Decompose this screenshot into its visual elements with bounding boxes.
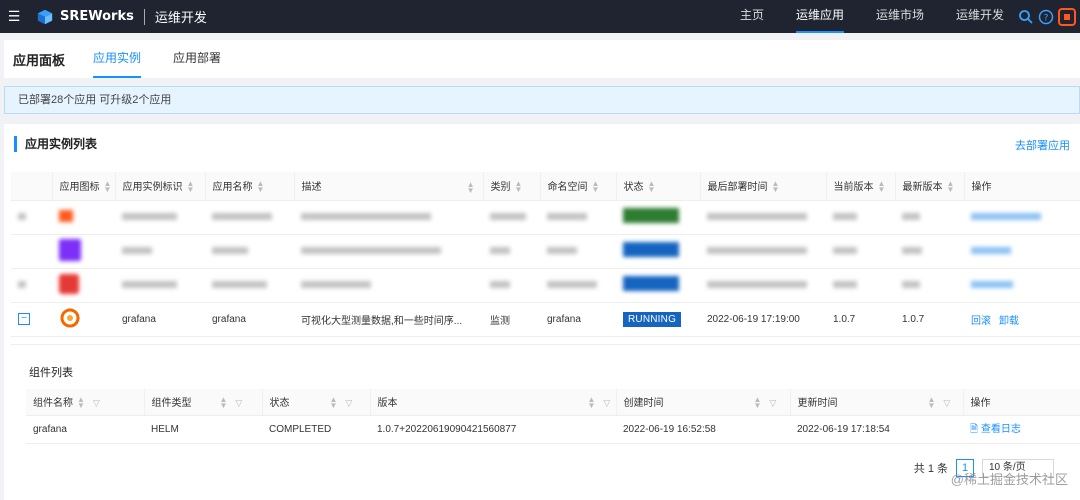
col-current-version[interactable]: 当前版本 ▲ ▼: [826, 172, 896, 201]
comp-col-name[interactable]: 组件名称 ▲ ▼ ▽: [26, 389, 145, 416]
app-name: grafana: [205, 302, 294, 337]
col-namespace[interactable]: 命名空间 ▲ ▼: [540, 172, 617, 201]
current-version: 1.0.7: [826, 302, 895, 337]
instance-id: grafana: [115, 302, 205, 337]
table-row-grafana[interactable]: − grafana grafana 可视化大型测量数据,和一些时间序... 监测…: [11, 302, 1080, 337]
app-logo-icon: [59, 209, 73, 222]
component-version: 1.0.7+20220619090421560877: [370, 415, 616, 444]
col-icon[interactable]: 应用图标 ▲ ▼: [52, 172, 116, 201]
nav-item-ops-dev[interactable]: 运维开发: [956, 0, 1004, 33]
brand-name: SREWorks: [60, 9, 134, 24]
component-row[interactable]: grafana HELM COMPLETED 1.0.7+20220619090…: [26, 415, 1080, 444]
deploy-summary-banner: 已部署28个应用 可升级2个应用: [4, 86, 1080, 114]
go-deploy-link[interactable]: 去部署应用: [1015, 137, 1070, 153]
menu-icon[interactable]: ☰: [0, 0, 28, 33]
comp-col-version[interactable]: 版本 ▲ ▼ ▽: [370, 389, 617, 416]
col-latest-version[interactable]: 最新版本 ▲ ▼: [895, 172, 965, 201]
filter-icon: ▽: [235, 398, 243, 409]
instance-table: 应用图标 ▲ ▼ 应用实例标识 ▲ ▼ 应用名称 ▲ ▼ 描述 ▲ ▼ 类别 ▲ ▼ 命名空间 ▲ ▼ …: [11, 172, 1080, 337]
comp-col-type[interactable]: 组件类型 ▲ ▼ ▽: [144, 389, 263, 416]
comp-col-status[interactable]: 状态 ▲ ▼ ▽: [262, 389, 371, 416]
collapse-row-button[interactable]: −: [18, 313, 30, 325]
panel-title: 应用面板: [13, 52, 66, 68]
app-namespace: grafana: [540, 302, 616, 337]
table-header-row: 应用图标 ▲ ▼ 应用实例标识 ▲ ▼ 应用名称 ▲ ▼ 描述 ▲ ▼ 类别 ▲ ▼ 命名空间 ▲ ▼ …: [11, 172, 1080, 201]
col-expand: [11, 172, 53, 201]
nav-item-ops-apps[interactable]: 运维应用: [796, 0, 845, 33]
app-category: 监测: [483, 302, 540, 337]
col-actions: 操作: [964, 172, 1080, 201]
table-row[interactable]: [11, 268, 1080, 303]
brand-subtitle: 运维开发: [154, 10, 207, 25]
view-log-link[interactable]: 🗎 查看日志: [970, 424, 1021, 435]
status-badge: RUNNING: [623, 311, 682, 327]
panel-tabs: 应用面板 应用实例 应用部署: [4, 40, 1080, 78]
tab-app-instances[interactable]: 应用实例: [93, 40, 142, 78]
col-desc[interactable]: 描述 ▲ ▼: [294, 172, 484, 201]
col-app-name[interactable]: 应用名称 ▲ ▼: [205, 172, 295, 201]
comp-col-created[interactable]: 创建时间 ▲ ▼ ▽: [616, 389, 791, 416]
filter-icon: ▽: [603, 398, 611, 409]
latest-version: 1.0.7: [895, 302, 964, 337]
comp-col-actions: 操作: [963, 389, 1080, 416]
app-desc: 可视化大型测量数据,和一些时间序...: [294, 302, 483, 337]
component-table: 组件名称 ▲ ▼ ▽ 组件类型 ▲ ▼ ▽ 状态 ▲ ▼ ▽ 版本 ▲ ▼ ▽ 创建时间 ▲ ▼ ▽ 更新时间…: [26, 389, 1080, 444]
main-nav: 主页 运维应用 运维市场 运维开发: [740, 0, 1036, 33]
component-type: HELM: [144, 415, 262, 444]
help-icon[interactable]: ?: [1038, 9, 1054, 25]
sreworks-logo-icon: [37, 9, 53, 24]
component-header-row: 组件名称 ▲ ▼ ▽ 组件类型 ▲ ▼ ▽ 状态 ▲ ▼ ▽ 版本 ▲ ▼ ▽ 创建时间 ▲ ▼ ▽ 更新时间…: [26, 389, 1080, 416]
card-title: 应用实例列表: [14, 136, 97, 152]
col-category[interactable]: 类别 ▲ ▼: [483, 172, 541, 201]
comp-col-updated[interactable]: 更新时间 ▲ ▼ ▽: [790, 389, 964, 416]
filter-icon: ▽: [769, 398, 777, 409]
search-icon[interactable]: [1018, 9, 1034, 25]
component-updated: 2022-06-19 17:18:54: [790, 415, 963, 444]
brand-divider: [143, 8, 145, 25]
total-count: 共 1 条: [913, 463, 948, 475]
table-row[interactable]: [11, 200, 1080, 235]
nav-item-ops-market[interactable]: 运维市场: [876, 0, 924, 33]
app-icon[interactable]: [1058, 7, 1076, 26]
instance-list-card: 应用实例列表 去部署应用 应用图标 ▲ ▼ 应用实例标识 ▲ ▼ 应用名称 ▲ ▼ 描述 ▲ ▼…: [4, 124, 1080, 500]
component-created: 2022-06-19 16:52:58: [616, 415, 790, 444]
filter-icon: ▽: [345, 398, 353, 409]
log-icon: 🗎: [970, 423, 979, 435]
filter-icon: ▽: [92, 398, 100, 409]
component-name: grafana: [26, 415, 144, 444]
deploy-time: 2022-06-19 17:19:00: [700, 302, 826, 337]
grafana-logo-icon: [60, 307, 80, 327]
tab-app-deploy[interactable]: 应用部署: [173, 40, 221, 78]
nav-item-home[interactable]: 主页: [740, 0, 764, 33]
component-list-title: 组件列表: [29, 367, 73, 379]
svg-text:?: ?: [1044, 13, 1049, 23]
col-instance-id[interactable]: 应用实例标识 ▲ ▼: [115, 172, 206, 201]
table-row[interactable]: [11, 234, 1080, 269]
watermark: @稀土掘金技术社区: [950, 472, 1068, 487]
col-status[interactable]: 状态 ▲ ▼: [616, 172, 701, 201]
app-logo-icon: [59, 238, 81, 261]
filter-icon: ▽: [943, 398, 951, 409]
rollback-link[interactable]: 回滚: [971, 316, 991, 327]
top-navbar: ☰ SREWorks 运维开发 主页 运维应用 运维市场 运维开发 ?: [0, 0, 1080, 33]
component-status: COMPLETED: [262, 415, 370, 444]
header-icons: ?: [1018, 0, 1080, 33]
uninstall-link[interactable]: 卸载: [999, 316, 1019, 327]
app-logo-icon: [59, 273, 79, 294]
col-deploy-time[interactable]: 最后部署时间 ▲ ▼: [700, 172, 827, 201]
